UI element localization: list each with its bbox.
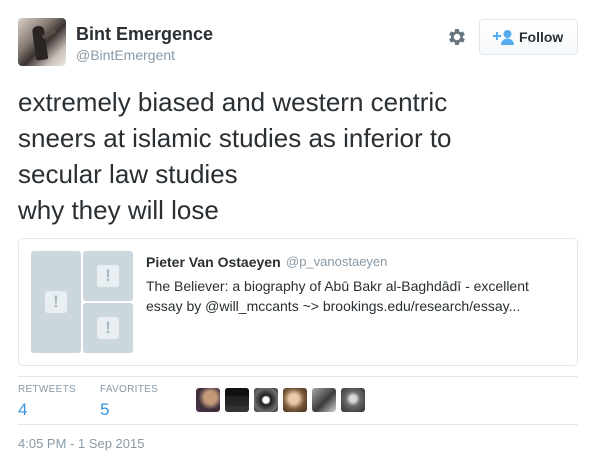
quoted-text-line: essay by @will_mccants ~> brookings.edu/… [146, 298, 521, 314]
quoted-image-placeholder: ! [83, 251, 133, 301]
quoted-image-placeholder: ! [83, 303, 133, 353]
favorites-label: FAVORITES [100, 384, 159, 395]
quoted-image-placeholder: ! [31, 251, 81, 353]
follow-button[interactable]: Follow [479, 19, 578, 55]
exclamation-icon: ! [97, 265, 119, 287]
tweet-line: extremely biased and western centric [18, 87, 448, 117]
retweets-label: RETWEETS [18, 384, 76, 395]
tweet-line: secular law studies [18, 159, 238, 189]
avatar[interactable] [18, 18, 66, 66]
tweet-header: Bint Emergence @BintEmergent Follow [18, 18, 588, 68]
exclamation-icon: ! [97, 317, 119, 339]
tweet-text: extremely biased and western centric sne… [18, 84, 588, 228]
quoted-tweet[interactable]: ! ! ! Pieter Van Ostaeyen @p_vanostaeyen… [18, 238, 578, 366]
favoriter-avatar[interactable] [254, 388, 278, 412]
favoriter-avatar[interactable] [196, 388, 220, 412]
quoted-text-line: The Believer: a biography of Abū Bakr al… [146, 278, 529, 294]
avatar-figure [31, 25, 49, 61]
gear-icon[interactable] [446, 26, 468, 48]
exclamation-icon: ! [45, 291, 67, 313]
favoriter-avatar[interactable] [225, 388, 249, 412]
retweets-stat[interactable]: RETWEETS 4 [18, 384, 76, 420]
user-name[interactable]: Bint Emergence [76, 24, 213, 45]
tweet-line: sneers at islamic studies as inferior to [18, 123, 452, 153]
quoted-tweet-text: The Believer: a biography of Abū Bakr al… [146, 276, 566, 316]
follow-label: Follow [519, 29, 564, 45]
favoriter-avatar[interactable] [283, 388, 307, 412]
user-handle[interactable]: @BintEmergent [76, 47, 175, 63]
tweet-timestamp[interactable]: 4:05 PM - 1 Sep 2015 [18, 436, 144, 451]
favorites-stat[interactable]: FAVORITES 5 [100, 384, 158, 420]
favoriter-avatar[interactable] [312, 388, 336, 412]
quoted-author-name[interactable]: Pieter Van Ostaeyen [146, 254, 281, 270]
tweet-line: why they will lose [18, 195, 219, 225]
add-person-icon [493, 30, 514, 45]
divider [18, 424, 578, 425]
retweets-count: 4 [18, 400, 28, 419]
favorites-count: 5 [100, 400, 110, 419]
favoriter-avatar[interactable] [341, 388, 365, 412]
quoted-author-handle[interactable]: @p_vanostaeyen [286, 254, 387, 269]
divider [18, 376, 578, 377]
